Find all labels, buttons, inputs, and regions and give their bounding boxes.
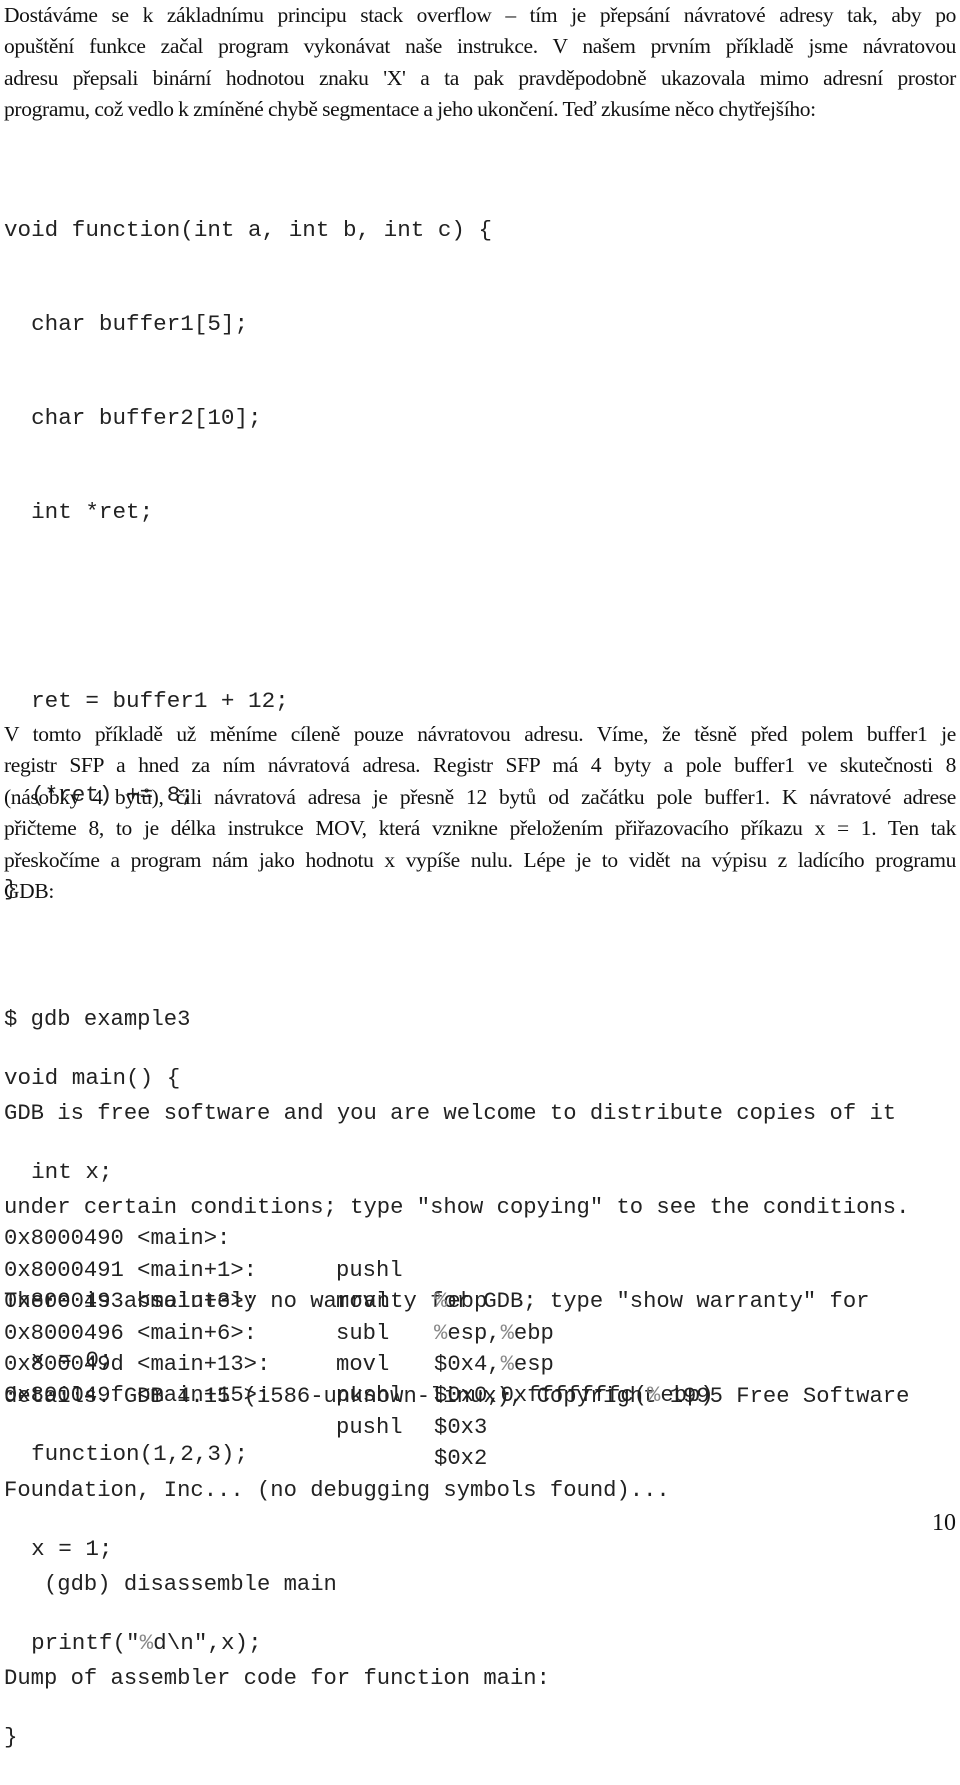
- paragraph-line: registr SFP a hned za ním návratová adre…: [4, 753, 956, 778]
- code-line: }: [4, 1724, 18, 1751]
- instruction-operands: $0x2: [434, 1446, 488, 1472]
- disassembly-row: 0x8000493 <main+3>: subl $0x4,%esp: [4, 1255, 944, 1377]
- instruction-opcode: pushl: [336, 1383, 403, 1409]
- gdb-line: Foundation, Inc... (no debugging symbols…: [4, 1477, 670, 1503]
- page-number: 10: [932, 1510, 956, 1536]
- disassembly-row: 0x8000491 <main+1>: movl %esp,%ebp: [4, 1223, 944, 1346]
- code-line: ret = buffer1 + 12;: [4, 687, 289, 714]
- paragraph-line: V tomto příkladě už měníme cíleně pouze …: [4, 722, 956, 746]
- code-line: char buffer1[5];: [4, 311, 249, 338]
- gdb-line: $ gdb example3: [4, 1006, 191, 1032]
- disassembly-listing: 0x8000490 <main>: pushl %ebp 0x8000491 <…: [4, 1192, 944, 1471]
- percent-sign: %: [647, 1383, 661, 1409]
- paragraph-line: adresu přepsali binární hodnotou znaku '…: [4, 65, 956, 90]
- paragraph-line: přičteme 8, to je délka instrukce MOV, k…: [4, 816, 956, 841]
- paragraph-line: GDB:: [4, 879, 54, 904]
- explanation-paragraph: V tomto příkladě už měníme cíleně pouze …: [4, 719, 956, 907]
- code-line: void function(int a, int b, int c) {: [4, 216, 493, 243]
- paragraph-line: Dostáváme se k základnímu principu stack…: [4, 3, 956, 27]
- paragraph-line: programu, což vedlo k zmíněné chybě segm…: [4, 97, 816, 122]
- disassembly-row: 0x8000490 <main>: pushl %ebp: [4, 1192, 944, 1314]
- code-line: char buffer2[10];: [4, 405, 262, 432]
- paragraph-line: přeskočíme a program nám jako hodnotu x …: [4, 847, 956, 872]
- instruction-operands: $0x0,0xfffffffc(%ebp): [434, 1383, 714, 1409]
- instruction-opcode: pushl: [336, 1414, 403, 1440]
- disassembly-row: 0x800049f <main+15>: pushl $0x2: [4, 1349, 944, 1471]
- disassembly-row: 0x800049d <main+13>: pushl $0x3: [4, 1318, 944, 1440]
- code-line: int *ret;: [4, 499, 154, 526]
- instruction-address: 0x800049f <main+15>:: [4, 1383, 271, 1409]
- gdb-line: (gdb) disassemble main: [4, 1572, 337, 1598]
- paragraph-line: (násobky 4 bytů), čili návratová adresa …: [4, 784, 956, 809]
- disassembly-row: 0x8000496 <main+6>: movl $0x0,0xfffffffc…: [4, 1286, 944, 1409]
- intro-paragraph: Dostáváme se k základnímu principu stack…: [4, 0, 956, 126]
- gdb-line: Dump of assembler code for function main…: [4, 1666, 550, 1692]
- gdb-line: GDB is free software and you are welcome…: [4, 1101, 897, 1127]
- instruction-operands: $0x3: [434, 1414, 488, 1440]
- paragraph-line: opuštění funkce začal program vykonávat …: [4, 34, 956, 59]
